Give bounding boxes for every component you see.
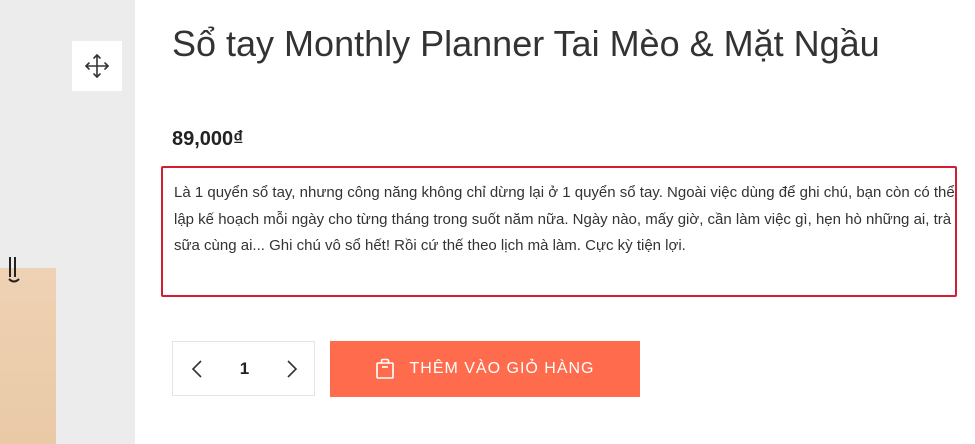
quantity-stepper[interactable]: 1: [172, 341, 315, 396]
product-price: 89,000₫: [172, 128, 244, 150]
binder-ring-icon: [8, 257, 20, 283]
product-title: Sổ tay Monthly Planner Tai Mèo & Mặt Ngầ…: [172, 23, 880, 64]
shopping-bag-icon: [375, 358, 395, 380]
quantity-increase-button[interactable]: [286, 359, 298, 379]
chevron-right-icon: [287, 359, 298, 378]
product-description: Là 1 quyển sổ tay, nhưng công năng không…: [174, 184, 955, 254]
product-gallery: [0, 0, 135, 444]
quantity-decrease-button[interactable]: [191, 359, 203, 379]
add-to-cart-button[interactable]: THÊM VÀO GIỎ HÀNG: [330, 341, 640, 397]
move-arrows-icon: [85, 54, 109, 78]
product-photo: [0, 268, 56, 444]
add-to-cart-label: THÊM VÀO GIỎ HÀNG: [409, 360, 595, 377]
chevron-left-icon: [191, 359, 202, 378]
quantity-value[interactable]: 1: [240, 359, 249, 379]
description-highlight-box: Là 1 quyển sổ tay, nhưng công năng không…: [161, 166, 957, 297]
zoom-button[interactable]: [72, 41, 122, 91]
